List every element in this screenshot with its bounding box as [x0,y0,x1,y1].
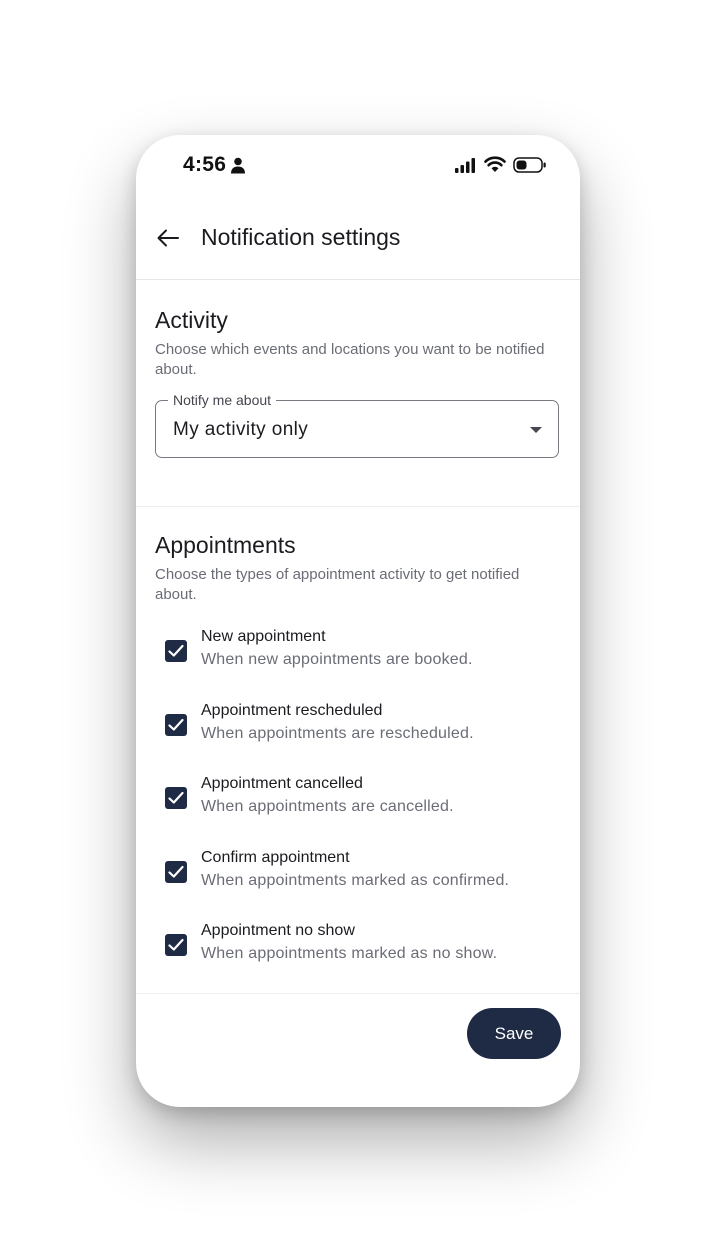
checkbox[interactable] [165,640,187,662]
checkbox-title: Appointment no show [201,922,355,939]
checkbox-title: New appointment [201,628,326,645]
checkbox[interactable] [165,934,187,956]
checkmark-icon [168,791,184,804]
checkbox-description: When new appointments are booked. [201,651,473,668]
checkbox-title: Appointment rescheduled [201,702,383,719]
phone-frame: 4:56 Notification settings Activity Choo… [136,135,580,1107]
wifi-icon [484,156,506,172]
checkmark-icon [168,865,184,878]
checkmark-icon [168,644,184,657]
checkbox[interactable] [165,787,187,809]
appointments-description: Choose the types of appointment activity… [155,566,520,603]
checkbox-item-appointment-cancelled[interactable]: Appointment cancelled When appointments … [136,774,580,834]
activity-title: Activity [155,307,228,333]
checkbox-item-appointment-rescheduled[interactable]: Appointment rescheduled When appointment… [136,701,580,761]
status-time: 4:56 [183,153,227,176]
checkbox-description: When appointments are rescheduled. [201,725,474,742]
person-icon [231,157,245,174]
appointments-section: Appointments Choose the types of appoint… [136,507,580,994]
dropdown-arrow-icon [530,427,542,433]
appointments-title: Appointments [155,532,296,558]
checkbox-description: When appointments are cancelled. [201,798,454,815]
checkbox-title: Confirm appointment [201,849,350,866]
activity-section: Activity Choose which events and locatio… [136,280,580,507]
checkbox-title: Appointment cancelled [201,775,363,792]
page-title: Notification settings [201,224,401,250]
checkbox-item-appointment-no-show[interactable]: Appointment no show When appointments ma… [136,921,580,981]
signal-icon [455,158,475,173]
checkbox-item-confirm-appointment[interactable]: Confirm appointment When appointments ma… [136,848,580,908]
checkbox[interactable] [165,861,187,883]
notify-me-about-label: Notify me about [168,391,277,409]
app-header: Notification settings [136,197,580,280]
checkmark-icon [168,718,184,731]
checkbox-description: When appointments marked as confirmed. [201,872,510,889]
status-bar: 4:56 [136,135,580,197]
arrow-left-icon [157,229,179,247]
notify-me-about-value: My activity only [173,419,309,440]
checkbox[interactable] [165,714,187,736]
checkmark-icon [168,938,184,951]
activity-description: Choose which events and locations you wa… [155,341,545,378]
checkbox-description: When appointments marked as no show. [201,945,498,962]
battery-icon [513,157,546,173]
save-button[interactable]: Save [467,1008,561,1059]
back-button[interactable] [154,224,182,252]
checkbox-item-new-appointment[interactable]: New appointment When new appointments ar… [136,627,580,687]
notify-me-about-select[interactable]: Notify me about My activity only [155,391,559,458]
